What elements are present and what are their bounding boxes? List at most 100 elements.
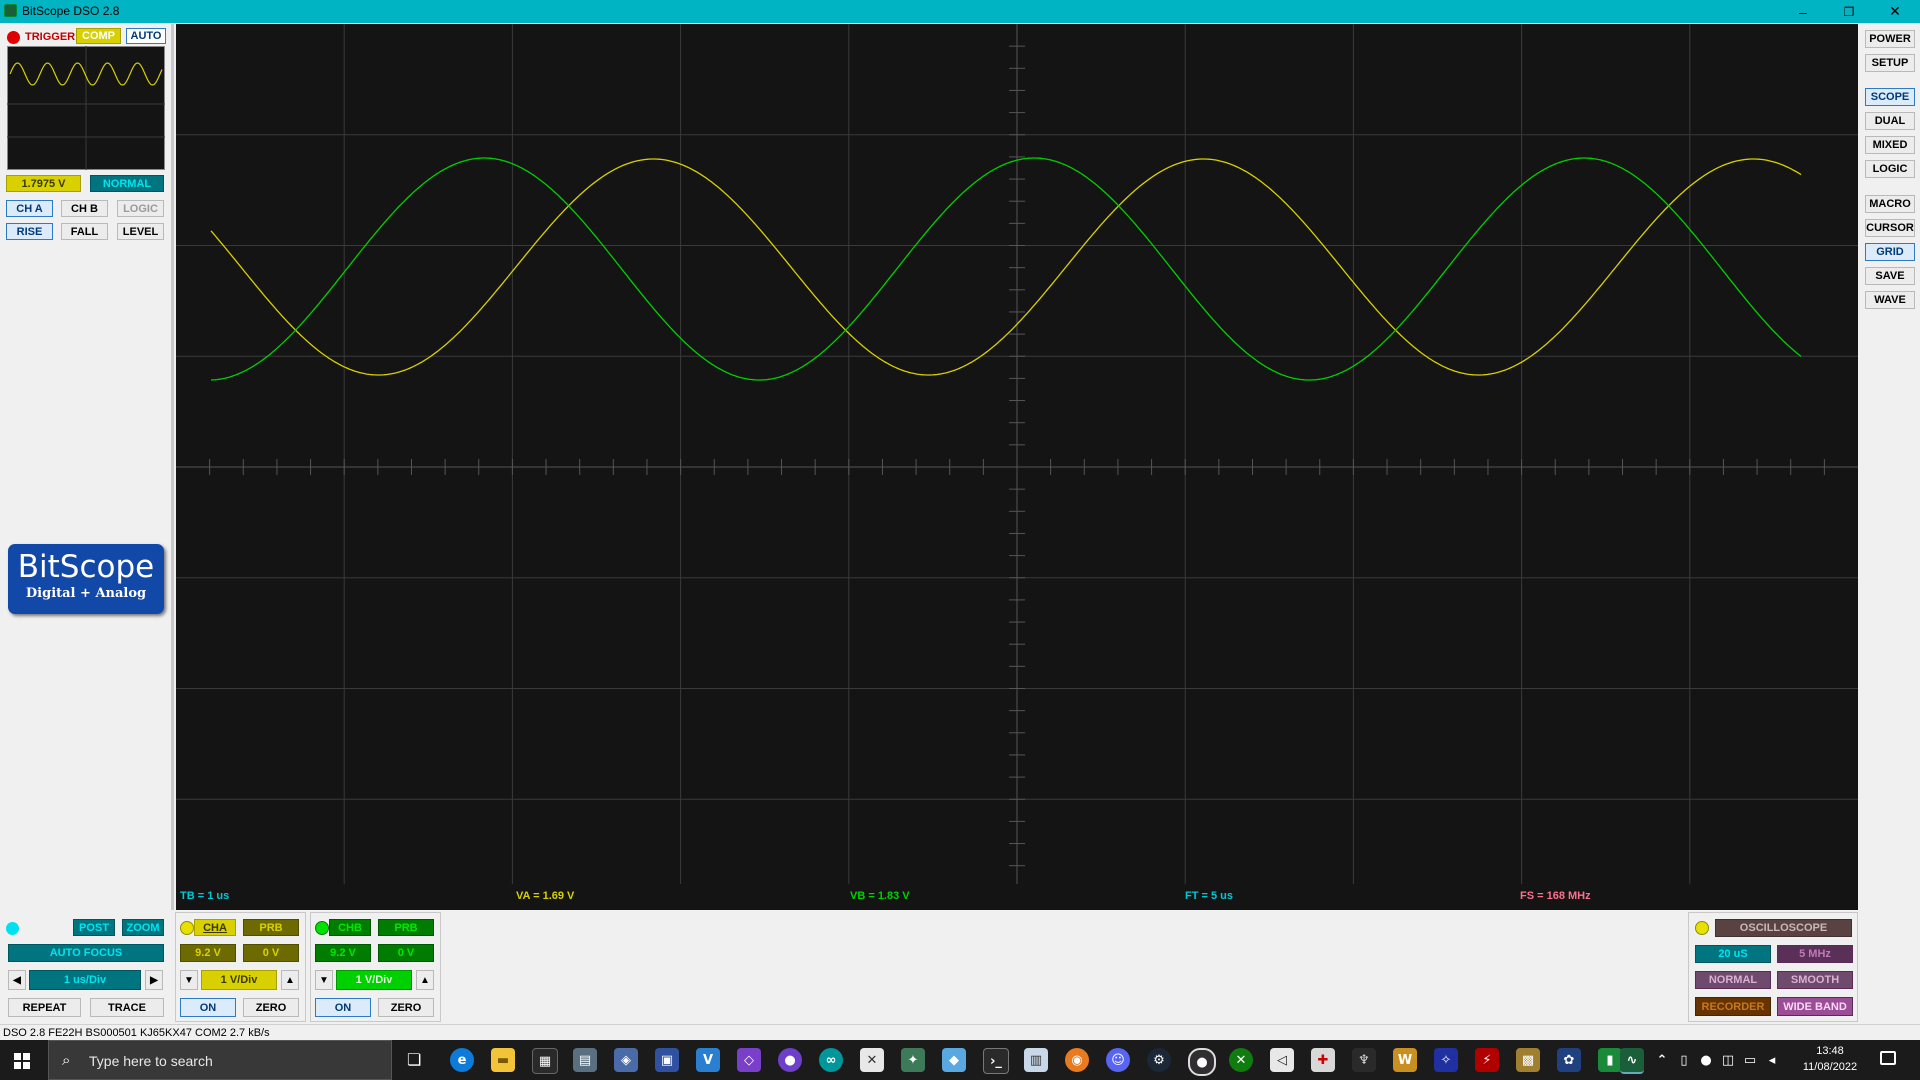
github-icon[interactable]: ●	[778, 1048, 802, 1072]
trigger-fall-button[interactable]: FALL	[61, 223, 108, 240]
trigger-mode-button[interactable]: NORMAL	[90, 175, 164, 192]
tray-chevron-icon[interactable]: ⌃	[1654, 1048, 1670, 1072]
macro-button[interactable]: MACRO	[1865, 195, 1915, 213]
tray-display-icon[interactable]: ▭	[1742, 1048, 1758, 1072]
timebase-right-arrow[interactable]: ▶	[145, 970, 163, 990]
wave-button[interactable]: WAVE	[1865, 291, 1915, 309]
app-icon-4[interactable]: ✕	[860, 1048, 884, 1072]
wideband-button[interactable]: WIDE BAND	[1777, 997, 1853, 1016]
dual-button[interactable]: DUAL	[1865, 112, 1915, 130]
restore-button[interactable]: ❐	[1826, 0, 1872, 23]
store-icon[interactable]: ▦	[532, 1048, 558, 1074]
rate-value[interactable]: 5 MHz	[1777, 945, 1853, 963]
obs-icon[interactable]: ●	[1188, 1048, 1216, 1076]
steam-icon[interactable]: ⚙	[1147, 1048, 1171, 1072]
timebase-indicator-icon	[6, 922, 19, 935]
minimize-button[interactable]: –	[1780, 0, 1826, 23]
app-icon-14[interactable]: ✿	[1557, 1048, 1581, 1072]
channel-a-offset[interactable]: 0 V	[243, 944, 299, 962]
duration-value[interactable]: 20 uS	[1695, 945, 1771, 963]
app-icon-7[interactable]: ▥	[1024, 1048, 1048, 1072]
power-button[interactable]: POWER	[1865, 30, 1915, 48]
channel-b-offset[interactable]: 0 V	[378, 944, 434, 962]
channel-a-on-button[interactable]: ON	[180, 998, 236, 1017]
channel-b-scale-up[interactable]: ▲	[416, 970, 434, 990]
oscilloscope-mode-button[interactable]: OSCILLOSCOPE	[1715, 919, 1852, 937]
tray-mic-icon[interactable]: ●	[1698, 1048, 1714, 1072]
auto-focus-button[interactable]: AUTO FOCUS	[8, 944, 164, 962]
unity-icon[interactable]: ◁	[1270, 1048, 1294, 1072]
channel-b-probe-button[interactable]: PRB	[378, 919, 434, 936]
channel-b-on-button[interactable]: ON	[315, 998, 371, 1017]
channel-b-zero-button[interactable]: ZERO	[378, 998, 434, 1017]
channel-b-range[interactable]: 9.2 V	[315, 944, 371, 962]
app-icon-9[interactable]: ♆	[1352, 1048, 1376, 1072]
frame-time-readout: FT = 5 us	[1185, 890, 1233, 902]
tray-network-icon[interactable]: ◫	[1720, 1048, 1736, 1072]
trigger-level-value[interactable]: 1.7975 V	[6, 175, 81, 192]
app-icon-8[interactable]: ✚	[1311, 1048, 1335, 1072]
task-view-icon[interactable]: ❏	[407, 1050, 421, 1069]
trigger-level-button[interactable]: LEVEL	[117, 223, 164, 240]
app-icon-6[interactable]: ◆	[942, 1048, 966, 1072]
mixed-button[interactable]: MIXED	[1865, 136, 1915, 154]
app-icon-2[interactable]: ◈	[614, 1048, 638, 1072]
app-icon-10[interactable]: W	[1393, 1048, 1417, 1072]
channel-b-scale[interactable]: 1 V/Div	[336, 970, 412, 990]
app-icon-1[interactable]: ▤	[573, 1048, 597, 1072]
timebase-left-arrow[interactable]: ◀	[8, 970, 26, 990]
zoom-button[interactable]: ZOOM	[122, 919, 164, 936]
arduino-icon[interactable]: ∞	[819, 1048, 843, 1072]
trigger-source-cha[interactable]: CH A	[6, 200, 53, 217]
file-explorer-icon[interactable]: ▬	[491, 1048, 515, 1072]
visual-studio-icon[interactable]: ◇	[737, 1048, 761, 1072]
close-button[interactable]: ✕	[1872, 0, 1918, 23]
notification-icon[interactable]	[1880, 1051, 1896, 1065]
channel-a-button[interactable]: CHA	[194, 919, 236, 936]
channel-a-zero-button[interactable]: ZERO	[243, 998, 299, 1017]
app-icon-12[interactable]: ⚡	[1475, 1048, 1499, 1072]
edge-icon[interactable]: e	[450, 1048, 474, 1072]
app-icon-3[interactable]: ▣	[655, 1048, 679, 1072]
recorder-button[interactable]: RECORDER	[1695, 997, 1771, 1016]
tray-volume-icon[interactable]: ◂	[1764, 1048, 1780, 1072]
trigger-source-chb[interactable]: CH B	[61, 200, 108, 217]
discord-icon[interactable]: ☺	[1106, 1048, 1130, 1072]
trigger-rise-button[interactable]: RISE	[6, 223, 53, 240]
trace-button[interactable]: TRACE	[90, 998, 164, 1017]
repeat-button[interactable]: REPEAT	[8, 998, 81, 1017]
taskbar-search-box[interactable]: ⌕ Type here to search	[48, 1040, 392, 1080]
bitscope-taskbar-icon[interactable]: ∿	[1620, 1048, 1644, 1074]
windows-start-icon[interactable]	[14, 1053, 30, 1069]
channel-b-button[interactable]: CHB	[329, 919, 371, 936]
auto-button[interactable]: AUTO	[126, 28, 166, 44]
post-button[interactable]: POST	[73, 919, 115, 936]
channel-a-probe-button[interactable]: PRB	[243, 919, 299, 936]
channel-b-scale-down[interactable]: ▼	[315, 970, 333, 990]
channel-a-scale[interactable]: 1 V/Div	[201, 970, 277, 990]
app-icon-15[interactable]: ▮	[1598, 1048, 1622, 1072]
smooth-button[interactable]: SMOOTH	[1777, 971, 1853, 989]
terminal-icon[interactable]: ›_	[983, 1048, 1009, 1074]
timebase-value[interactable]: 1 us/Div	[29, 970, 141, 990]
xbox-icon[interactable]: ✕	[1229, 1048, 1253, 1072]
trigger-source-logic[interactable]: LOGIC	[117, 200, 164, 217]
logic-button[interactable]: LOGIC	[1865, 160, 1915, 178]
tray-usb-icon[interactable]: ▯	[1676, 1048, 1692, 1072]
app-icon-13[interactable]: ▩	[1516, 1048, 1540, 1072]
channel-a-range[interactable]: 9.2 V	[180, 944, 236, 962]
app-icon-5[interactable]: ✦	[901, 1048, 925, 1072]
channel-a-scale-up[interactable]: ▲	[281, 970, 299, 990]
save-button[interactable]: SAVE	[1865, 267, 1915, 285]
normal-button[interactable]: NORMAL	[1695, 971, 1771, 989]
cursor-button[interactable]: CURSOR	[1865, 219, 1915, 237]
app-icon-11[interactable]: ✧	[1434, 1048, 1458, 1072]
clock[interactable]: 13:48 11/08/2022	[1785, 1043, 1875, 1077]
channel-a-scale-down[interactable]: ▼	[180, 970, 198, 990]
setup-button[interactable]: SETUP	[1865, 54, 1915, 72]
vscode-icon[interactable]: V	[696, 1048, 720, 1072]
scope-button[interactable]: SCOPE	[1865, 88, 1915, 106]
grid-button[interactable]: GRID	[1865, 243, 1915, 261]
blender-icon[interactable]: ◉	[1065, 1048, 1089, 1072]
comp-button[interactable]: COMP	[76, 28, 121, 44]
